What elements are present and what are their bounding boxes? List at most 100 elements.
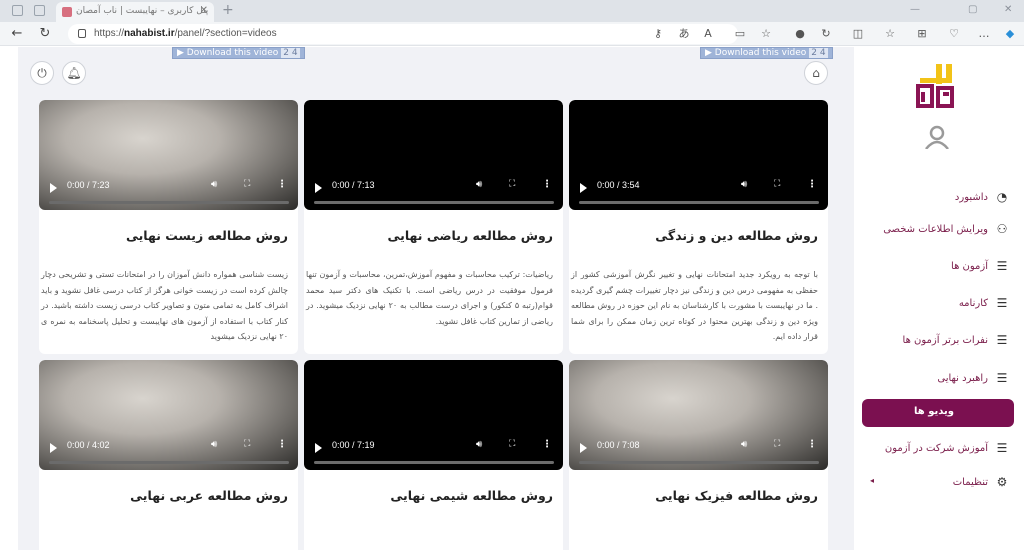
password-key-icon[interactable]: ⚷ xyxy=(650,26,666,42)
favorites-icon[interactable]: ☆ xyxy=(882,26,898,42)
fullscreen-icon[interactable]: ⛶ xyxy=(244,439,250,449)
volume-icon[interactable]: 🔊︎ xyxy=(741,439,747,450)
video-time: 0:00 / 7:13 xyxy=(332,180,375,190)
sidebar-item-settings[interactable]: ⚙ تنظیمات ◂ xyxy=(862,472,1014,496)
video-progress-bar[interactable] xyxy=(579,201,819,204)
volume-icon[interactable]: 🔊︎ xyxy=(211,439,217,450)
fullscreen-icon[interactable]: ⛶ xyxy=(774,179,780,189)
minimize-icon[interactable]: — xyxy=(910,4,920,15)
video-progress-bar[interactable] xyxy=(579,461,819,464)
edge-sidebar-icon[interactable]: ◆ xyxy=(1002,26,1018,42)
collections-icon[interactable]: ⊞ xyxy=(914,26,930,42)
video-controls: 0:00 / 7:08 🔊︎ ⛶ ⋮ xyxy=(569,434,828,470)
sidebar-item-edit-profile[interactable]: ⚇ ویرایش اطلاعات شخصی xyxy=(862,219,1014,243)
favorite-star-icon[interactable]: ☆ xyxy=(758,26,774,42)
volume-icon[interactable]: 🔊︎ xyxy=(211,179,217,190)
address-bar[interactable]: https://nahabist.ir/panel/?section=video… xyxy=(68,24,738,44)
copilot-icon[interactable]: ♡ xyxy=(946,26,962,42)
volume-icon[interactable]: 🔊︎ xyxy=(741,179,747,190)
play-icon[interactable] xyxy=(50,183,57,193)
more-vertical-icon[interactable]: ⋮ xyxy=(542,179,552,190)
video-controls: 0:00 / 7:23 🔊︎ ⛶ ⋮ xyxy=(39,174,298,210)
url-path: /panel/?section=videos xyxy=(174,28,277,39)
sidebar-item-top-ranks[interactable]: ☰ نفرات برتر آزمون ها xyxy=(862,330,1014,354)
more-vertical-icon[interactable]: ⋮ xyxy=(277,439,287,450)
video-time: 0:00 / 3:54 xyxy=(597,180,640,190)
close-window-icon[interactable]: ✕ xyxy=(1004,4,1012,15)
video-player[interactable]: 0:00 / 7:23 🔊︎ ⛶ ⋮ xyxy=(39,100,298,210)
list-icon: ☰ xyxy=(996,441,1008,455)
video-progress-bar[interactable] xyxy=(49,461,289,464)
sidebar-item-exams[interactable]: ☰ آزمون ها xyxy=(862,256,1014,280)
fullscreen-icon[interactable]: ⛶ xyxy=(509,439,515,449)
video-player[interactable]: 0:00 / 3:54 🔊︎ ⛶ ⋮ xyxy=(569,100,828,210)
window-icon[interactable] xyxy=(12,5,23,16)
download-video-banner[interactable]: ▶ Download this video 2 4 xyxy=(700,47,833,59)
video-player[interactable]: 0:00 / 7:19 🔊︎ ⛶ ⋮ xyxy=(304,360,563,470)
panel-page: ⏻ 🔔︎ ⌂ ▶ Download this video 2 4 ▶ Downlo… xyxy=(0,47,1024,550)
chevron-left-icon[interactable]: ◂ xyxy=(870,476,874,485)
video-title: روش مطالعه عربی نهایی xyxy=(130,488,288,503)
more-vertical-icon[interactable]: ⋮ xyxy=(807,179,817,190)
fullscreen-icon[interactable]: ⛶ xyxy=(509,179,515,189)
volume-icon[interactable]: 🔊︎ xyxy=(476,179,482,190)
download-video-banner[interactable]: ▶ Download this video 2 4 xyxy=(172,47,305,59)
video-time: 0:00 / 4:02 xyxy=(67,440,110,450)
video-progress-bar[interactable] xyxy=(49,201,289,204)
new-tab-icon[interactable]: + xyxy=(222,2,234,18)
translate-icon[interactable]: あ xyxy=(676,26,692,42)
sidebar-item-final-strategy[interactable]: ☰ راهبرد نهایی xyxy=(862,368,1014,392)
video-card: 0:00 / 7:23 🔊︎ ⛶ ⋮ روش مطالعه زیست نهایی… xyxy=(39,100,298,354)
video-card: 0:00 / 7:19 🔊︎ ⛶ ⋮ روش مطالعه شیمی نهایی xyxy=(304,360,563,550)
reader-icon[interactable]: ▭ xyxy=(732,26,748,42)
play-icon[interactable] xyxy=(580,183,587,193)
back-icon[interactable]: ← xyxy=(8,25,26,43)
video-progress-bar[interactable] xyxy=(314,201,554,204)
restore-icon[interactable]: ▢ xyxy=(968,4,977,15)
tab-actions-icon[interactable] xyxy=(34,5,45,16)
video-player[interactable]: 0:00 / 7:08 🔊︎ ⛶ ⋮ xyxy=(569,360,828,470)
play-icon[interactable] xyxy=(580,443,587,453)
refresh-extension-icon[interactable]: ↻ xyxy=(818,26,834,42)
video-title: روش مطالعه دین و زندگی xyxy=(655,228,818,243)
refresh-icon[interactable]: ↻ xyxy=(36,25,54,43)
sidebar-item-videos[interactable]: ویدیو ها xyxy=(862,399,1014,427)
avatar[interactable] xyxy=(924,125,950,149)
panel-topbar: ⏻ 🔔︎ ⌂ ▶ Download this video 2 4 ▶ Downlo… xyxy=(18,47,854,101)
notification-bell-icon[interactable]: 🔔︎ xyxy=(62,61,86,85)
more-options-icon[interactable]: … xyxy=(976,26,992,42)
video-player[interactable]: 0:00 / 4:02 🔊︎ ⛶ ⋮ xyxy=(39,360,298,470)
fullscreen-icon[interactable]: ⛶ xyxy=(244,179,250,189)
video-progress-bar[interactable] xyxy=(314,461,554,464)
sidebar-item-report-card[interactable]: ☰ کارنامه xyxy=(862,293,1014,317)
play-icon[interactable] xyxy=(315,183,322,193)
sidebar-item-exam-tutorial[interactable]: ☰ آموزش شرکت در آزمون xyxy=(862,438,1014,462)
download-video-count: 2 4 xyxy=(281,48,300,58)
power-icon[interactable]: ⏻ xyxy=(30,61,54,85)
download-video-label: ▶ Download this video xyxy=(177,48,279,58)
read-aloud-icon[interactable]: A xyxy=(700,26,716,42)
volume-icon[interactable]: 🔊︎ xyxy=(476,439,482,450)
video-title: روش مطالعه فیزیک نهایی xyxy=(655,488,818,503)
sidebar-item-dashboard[interactable]: ◔ داشبورد xyxy=(862,187,1014,211)
close-tab-icon[interactable]: ✕ xyxy=(200,5,208,16)
dashboard-icon: ◔ xyxy=(996,190,1008,204)
more-vertical-icon[interactable]: ⋮ xyxy=(277,179,287,190)
video-controls: 0:00 / 7:19 🔊︎ ⛶ ⋮ xyxy=(304,434,563,470)
play-icon[interactable] xyxy=(50,443,57,453)
more-vertical-icon[interactable]: ⋮ xyxy=(542,439,552,450)
extension-icon[interactable]: ● xyxy=(792,26,808,42)
sidebar-item-label: آزمون ها xyxy=(951,261,988,272)
video-controls: 0:00 / 4:02 🔊︎ ⛶ ⋮ xyxy=(39,434,298,470)
split-screen-icon[interactable]: ◫ xyxy=(850,26,866,42)
sidebar-item-label: داشبورد xyxy=(954,192,988,203)
video-description: ریاضیات: ترکیب محاسبات و مفهوم آموزش،تمر… xyxy=(306,270,553,326)
browser-tab[interactable]: پنل کاربری – نهایبست | ناب آمصان ✕ xyxy=(56,2,214,22)
play-icon[interactable] xyxy=(315,443,322,453)
more-vertical-icon[interactable]: ⋮ xyxy=(807,439,817,450)
fullscreen-icon[interactable]: ⛶ xyxy=(774,439,780,449)
video-player[interactable]: 0:00 / 7:13 🔊︎ ⛶ ⋮ xyxy=(304,100,563,210)
gear-icon: ⚙ xyxy=(996,475,1008,489)
home-icon[interactable]: ⌂ xyxy=(804,61,828,85)
nahabist-logo[interactable] xyxy=(912,62,960,114)
